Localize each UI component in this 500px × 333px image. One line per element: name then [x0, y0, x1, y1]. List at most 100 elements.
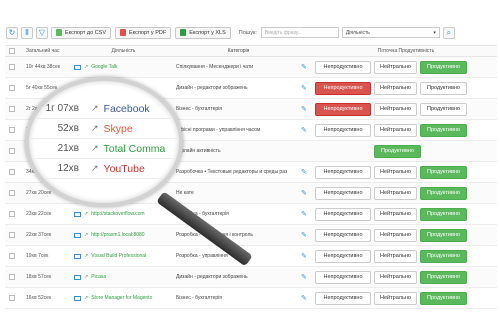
productive-button[interactable]: Продуктивно [420, 228, 467, 242]
productive-button[interactable]: Продуктивно [374, 144, 421, 158]
edit-category-icon[interactable]: ✎ [301, 63, 315, 71]
row-checkbox[interactable] [9, 211, 15, 217]
unproductive-button[interactable]: Непродуктивно [315, 60, 371, 74]
table-row[interactable]: 18хв 57сек ↗ Picasa Дизайн - редактори з… [5, 267, 497, 288]
productive-button[interactable]: Продуктивно [420, 102, 467, 116]
productive-button[interactable]: Продуктивно [420, 60, 467, 74]
neutral-button[interactable]: Нейтрально [374, 186, 417, 200]
neutral-button[interactable]: Нейтрально [374, 270, 417, 284]
row-time: 16хв 52сек [26, 295, 52, 301]
unproductive-button[interactable]: Непродуктивно [315, 81, 371, 95]
productivity-controls: Непродуктивно Нейтрально Продуктивно [315, 123, 470, 137]
edit-category-icon[interactable]: ✎ [301, 126, 315, 134]
neutral-button[interactable]: Нейтрально [374, 207, 417, 221]
neutral-button[interactable]: Нейтрально [374, 102, 417, 116]
edit-category-icon[interactable]: ✎ [301, 189, 315, 197]
row-checkbox[interactable] [9, 85, 15, 91]
neutral-button[interactable]: Нейтрально [374, 60, 417, 74]
unproductive-button[interactable]: Непродуктивно [315, 186, 371, 200]
productive-button[interactable]: Продуктивно [420, 165, 467, 179]
productive-button[interactable]: Продуктивно [420, 270, 467, 284]
export-pdf-button[interactable]: Експорт у PDF [115, 26, 172, 39]
monitor-icon [74, 274, 81, 280]
monitor-icon [74, 295, 81, 301]
header-time[interactable]: Загальний час [19, 48, 71, 54]
row-checkbox[interactable] [9, 253, 15, 259]
row-time: 10г 44хв 38сек [26, 64, 60, 70]
row-checkbox[interactable] [9, 169, 15, 175]
header-activity[interactable]: Діяльність [71, 48, 176, 54]
search-input[interactable]: Введіть фразу... [260, 27, 339, 38]
activity-name[interactable]: http://stackoverflow.com [91, 211, 144, 217]
link-icon: ↗ [91, 163, 99, 173]
row-checkbox[interactable] [9, 190, 15, 196]
productivity-controls: Непродуктивно Нейтрально Продуктивно [315, 186, 470, 200]
row-checkbox[interactable] [9, 106, 15, 112]
productivity-controls: Непродуктивно Нейтрально Продуктивно [315, 102, 470, 116]
productive-button[interactable]: Продуктивно [420, 291, 467, 305]
unproductive-button[interactable]: Непродуктивно [315, 270, 371, 284]
activity-name[interactable]: http://praxm1.local:8080 [91, 232, 144, 238]
unproductive-button[interactable]: Непродуктивно [315, 102, 371, 116]
link-icon[interactable]: ↗ [84, 211, 88, 217]
neutral-button[interactable]: Нейтрально [374, 81, 417, 95]
refresh-icon[interactable]: ↻ [6, 26, 18, 39]
select-all-checkbox[interactable] [9, 48, 15, 54]
activity-name[interactable]: Visual Build Professional [91, 253, 146, 259]
neutral-button[interactable]: Нейтрально [374, 165, 417, 179]
row-checkbox[interactable] [9, 148, 15, 154]
activity-name[interactable]: Store Manager for Magento [91, 295, 152, 301]
table-row[interactable]: 22хв 37сек ↗ http://praxm1.local:8080 Ро… [5, 225, 497, 246]
link-icon[interactable]: ↗ [84, 274, 88, 280]
edit-category-icon[interactable]: ✎ [301, 231, 315, 239]
edit-category-icon[interactable]: ✎ [301, 294, 315, 302]
link-icon: ↗ [91, 123, 99, 133]
neutral-button[interactable]: Нейтрально [374, 228, 417, 242]
table-row[interactable]: 23хв 22сек ↗ http://stackoverflow.com Ро… [5, 204, 497, 225]
edit-category-icon[interactable]: ✎ [301, 168, 315, 176]
header-category[interactable]: Категорія [176, 48, 301, 54]
row-checkbox[interactable] [9, 295, 15, 301]
unproductive-button[interactable]: Непродуктивно [315, 249, 371, 263]
edit-category-icon[interactable]: ✎ [301, 210, 315, 218]
link-icon[interactable]: ↗ [84, 253, 88, 259]
activity-name[interactable]: Picasa [91, 274, 106, 280]
productive-button[interactable]: Продуктивно [420, 123, 467, 137]
unproductive-button[interactable]: Непродуктивно [315, 228, 371, 242]
export-csv-button[interactable]: Експорт до CSV [51, 26, 112, 39]
row-checkbox[interactable] [9, 127, 15, 133]
unproductive-button[interactable]: Непродуктивно [315, 207, 371, 221]
row-checkbox[interactable] [9, 232, 15, 238]
productive-button[interactable]: Продуктивно [420, 81, 467, 95]
activity-name[interactable]: Google Talk [91, 64, 117, 70]
edit-category-icon[interactable]: ✎ [301, 84, 315, 92]
productivity-controls: Непродуктивно Нейтрально Продуктивно [315, 60, 470, 74]
unproductive-button[interactable]: Непродуктивно [315, 291, 371, 305]
magnified-row: 12хв ↗ YouTube [29, 159, 179, 179]
row-checkbox[interactable] [9, 64, 15, 70]
edit-category-icon[interactable]: ✎ [301, 273, 315, 281]
unproductive-button[interactable]: Непродуктивно [315, 165, 371, 179]
table-row[interactable]: 16хв 52сек ↗ Store Manager for Magento Б… [5, 288, 497, 309]
productive-button[interactable]: Продуктивно [420, 249, 467, 263]
link-icon[interactable]: ↗ [84, 295, 88, 301]
export-xls-button[interactable]: Експорт у XLS [175, 26, 231, 39]
neutral-button[interactable]: Нейтрально [374, 249, 417, 263]
table-row[interactable]: 10г 44хв 38сек ↗ Google Talk Спілкування… [5, 57, 497, 78]
edit-category-icon[interactable]: ✎ [301, 105, 315, 113]
columns-icon[interactable]: Ⅱ [21, 26, 33, 39]
productive-button[interactable]: Продуктивно [420, 207, 467, 221]
filter-select[interactable]: Діяльність ▾ [341, 27, 440, 38]
link-icon[interactable]: ↗ [84, 64, 88, 70]
row-checkbox[interactable] [9, 274, 15, 280]
productive-button[interactable]: Продуктивно [420, 186, 467, 200]
edit-category-icon[interactable]: ✎ [301, 252, 315, 260]
link-icon: ↗ [91, 103, 99, 113]
search-button[interactable]: ⌕ [442, 26, 455, 39]
productivity-controls: Непродуктивно Нейтрально Продуктивно [315, 291, 470, 305]
neutral-button[interactable]: Нейтрально [374, 123, 417, 137]
filter-icon[interactable]: ▽ [36, 26, 48, 39]
unproductive-button[interactable]: Непродуктивно [315, 123, 371, 137]
neutral-button[interactable]: Нейтрально [374, 291, 417, 305]
link-icon[interactable]: ↗ [84, 232, 88, 238]
